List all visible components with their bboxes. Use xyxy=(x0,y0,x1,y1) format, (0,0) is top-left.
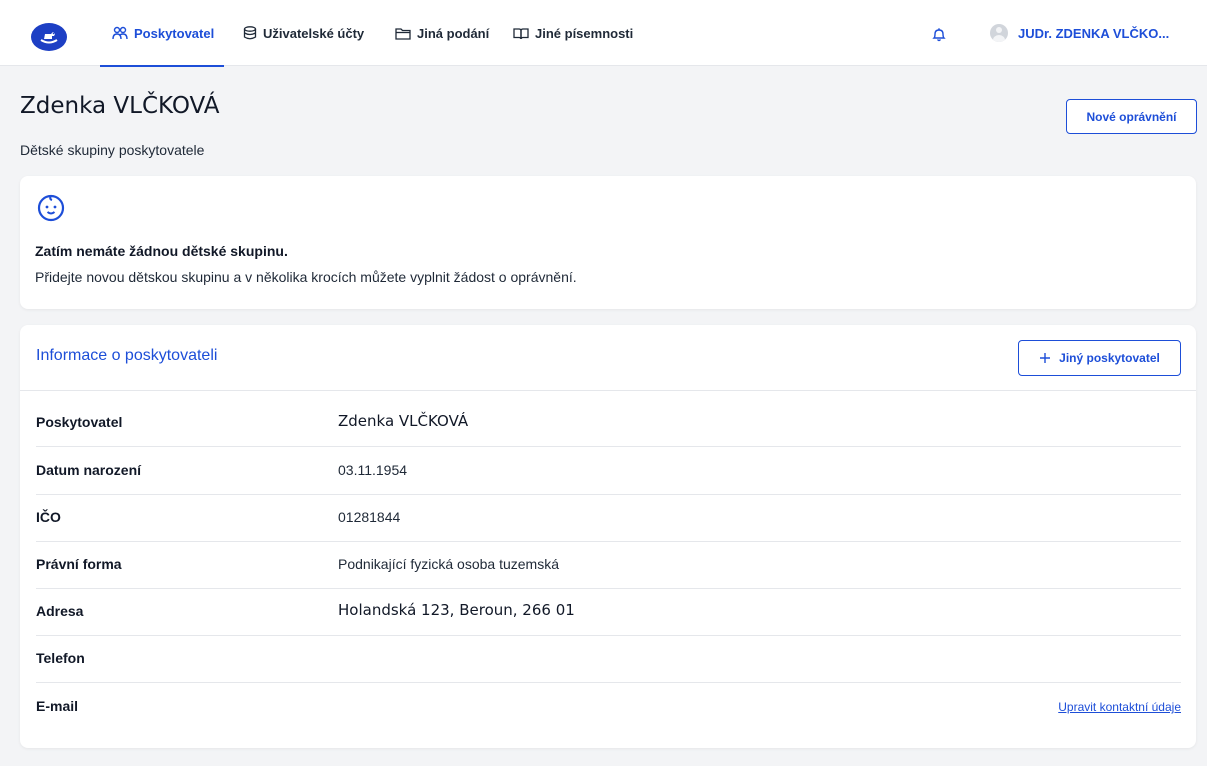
empty-state-card: Zatím nemáte žádnou dětské skupinu. Přid… xyxy=(20,176,1196,309)
row-label: Poskytovatel xyxy=(36,414,123,430)
avatar xyxy=(990,24,1008,42)
info-row-telefon: Telefon xyxy=(36,635,1181,683)
book-icon xyxy=(513,27,529,39)
info-row-ico: IČO 01281844 xyxy=(36,494,1181,542)
rocking-horse-logo-icon[interactable] xyxy=(31,23,67,51)
row-label: Právní forma xyxy=(36,556,122,572)
row-value: 01281844 xyxy=(338,509,401,525)
users-icon xyxy=(112,26,128,40)
info-row-adresa: Adresa Holandská 123, Beroun, 266 01 xyxy=(36,588,1181,636)
folder-icon xyxy=(395,27,411,40)
info-row-email: E-mail Upravit kontaktní údaje xyxy=(36,683,1181,731)
provider-info-card: Informace o poskytovateli Jiný poskytova… xyxy=(20,325,1196,748)
row-label: Telefon xyxy=(36,650,85,666)
provider-info-title: Informace o poskytovateli xyxy=(36,347,218,364)
new-permission-button[interactable]: Nové oprávnění xyxy=(1066,99,1197,134)
add-other-provider-label: Jiný poskytovatel xyxy=(1059,351,1160,365)
provider-info-header: Informace o poskytovateli Jiný poskytova… xyxy=(20,325,1196,391)
page-subtitle: Dětské skupiny poskytovatele xyxy=(20,142,205,158)
row-label: E-mail xyxy=(36,698,79,714)
top-navigation-bar: Poskytovatel Uživatelské účty Jiná podán… xyxy=(0,0,1207,67)
nav-tab-label: Jiné písemnosti xyxy=(535,25,634,41)
empty-state-title: Zatím nemáte žádnou dětské skupinu. xyxy=(35,243,288,259)
edit-contact-link[interactable]: Upravit kontaktní údaje xyxy=(1058,700,1181,714)
baby-face-icon xyxy=(37,194,65,222)
nav-tab-label: Poskytovatel xyxy=(134,25,215,41)
nav-tab-jine-pisemnosti[interactable]: Jiné písemnosti xyxy=(513,0,633,66)
info-row-datum-narozeni: Datum narození 03.11.1954 xyxy=(36,447,1181,495)
add-other-provider-button[interactable]: Jiný poskytovatel xyxy=(1018,340,1181,376)
user-name: JUDr. ZDENKA VLČKO... xyxy=(1018,25,1170,41)
user-menu[interactable]: JUDr. ZDENKA VLČKO... xyxy=(990,0,1169,66)
row-value: Holandská 123, Beroun, 266 01 xyxy=(338,601,575,619)
row-value: Podnikající fyzická osoba tuzemská xyxy=(338,556,559,572)
row-value: 03.11.1954 xyxy=(338,462,408,478)
nav-tab-label: Jiná podání xyxy=(417,25,490,41)
plus-icon xyxy=(1040,353,1051,363)
info-row-pravni-forma: Právní forma Podnikající fyzická osoba t… xyxy=(36,541,1181,589)
empty-state-text: Přidejte novou dětskou skupinu a v někol… xyxy=(35,269,577,285)
page-title: Zdenka VLČKOVÁ xyxy=(20,93,220,119)
row-label: Adresa xyxy=(36,603,84,619)
row-label: IČO xyxy=(36,509,61,525)
bell-icon[interactable] xyxy=(932,27,946,42)
row-label: Datum narození xyxy=(36,462,142,478)
nav-tab-label: Uživatelské účty xyxy=(263,25,365,41)
database-icon xyxy=(243,26,257,40)
info-row-poskytovatel: Poskytovatel Zdenka VLČKOVÁ xyxy=(36,399,1181,447)
nav-tab-jina-podani[interactable]: Jiná podání xyxy=(395,0,489,66)
nav-tab-uzivatelske-ucty[interactable]: Uživatelské účty xyxy=(243,0,364,66)
nav-tab-poskytovatel[interactable]: Poskytovatel xyxy=(99,0,225,67)
row-value: Zdenka VLČKOVÁ xyxy=(338,412,469,430)
